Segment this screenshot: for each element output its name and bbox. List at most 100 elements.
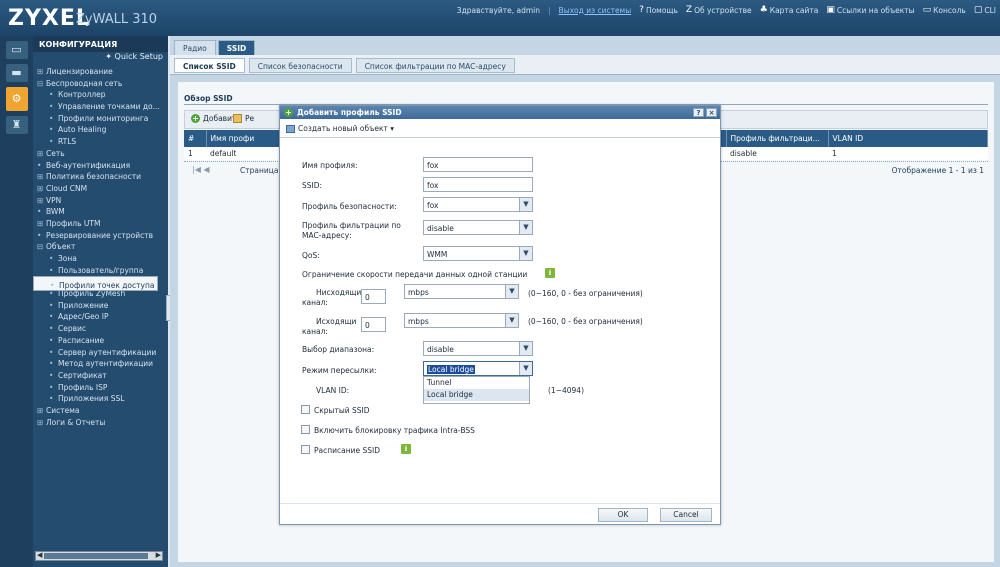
cancel-button[interactable]: Cancel <box>660 508 712 522</box>
sidebar-item[interactable]: • Зона <box>33 253 168 265</box>
sidebar-item-label: Зона <box>58 254 77 263</box>
scroll-thumb[interactable] <box>44 553 148 559</box>
sidebar-item[interactable]: • Расписание <box>33 335 168 347</box>
edit-button[interactable]: Ре <box>233 114 254 123</box>
sidebar-item[interactable]: • Приложения SSL <box>33 393 168 405</box>
sidebar-item[interactable]: ⊞ VPN <box>33 195 168 207</box>
about-link[interactable]: Z Об устройстве <box>686 5 752 15</box>
sidebar-item[interactable]: • Приложение <box>33 300 168 312</box>
bullet-icon: • <box>37 160 42 170</box>
ok-button[interactable]: OK <box>598 508 648 522</box>
configuration-gear-icon[interactable]: ⚙ <box>5 87 28 111</box>
bullet-icon: • <box>37 230 42 240</box>
help-icon[interactable]: ? <box>693 108 704 117</box>
sidebar-item[interactable]: • Сервер аутентификации <box>33 347 168 359</box>
sidebar-item[interactable]: ⊞ Cloud CNM <box>33 183 168 195</box>
ssid-schedule-checkbox[interactable] <box>301 445 310 454</box>
sidebar-item[interactable]: • RTLS <box>33 136 168 148</box>
sidebar-item[interactable]: • Резервирование устройств <box>33 230 168 242</box>
uplink-unit-select[interactable]: mbps ▼ <box>404 313 519 328</box>
help-icon: ? <box>639 5 644 15</box>
column-header[interactable]: Профиль фильтраци... <box>726 130 829 147</box>
bullet-icon: • <box>49 102 54 112</box>
sidebar-item[interactable]: ⊞ Сеть <box>33 148 168 160</box>
sidebar-item-label: Профили точек доступа <box>59 281 155 291</box>
sidebar-scrollbar[interactable]: ◀ ▶ <box>35 551 163 561</box>
sidebar-item-label: Профиль ISP <box>58 382 108 392</box>
quick-setup-link[interactable]: ✦ Quick Setup <box>33 52 168 66</box>
tab-security-list[interactable]: Список безопасности <box>248 58 352 73</box>
edit-icon <box>233 114 242 123</box>
sidebar-item[interactable]: • Сертификат <box>33 370 168 382</box>
scroll-right-icon[interactable]: ▶ <box>156 551 161 559</box>
close-icon[interactable]: × <box>706 108 717 117</box>
sidebar-item[interactable]: ⊞ Логи & Отчеты <box>33 417 168 429</box>
sidebar-item[interactable]: ⊞ Политика безопасности <box>33 171 168 183</box>
divider <box>280 137 720 138</box>
hidden-ssid-checkbox[interactable] <box>301 405 310 414</box>
sidebar-item[interactable]: ⊞ Система <box>33 405 168 417</box>
sidebar-item[interactable]: • Профили точек доступа <box>33 276 159 292</box>
option-tunnel[interactable]: Tunnel <box>424 377 529 389</box>
forwarding-mode-select[interactable]: Local bridge ▼ <box>423 361 533 376</box>
sidebar-item-label: Auto Healing <box>58 125 107 135</box>
console-link[interactable]: ▭ Консоль <box>923 5 966 15</box>
monitor-icon[interactable]: ▬ <box>5 64 28 82</box>
tab-radio[interactable]: Радио <box>174 40 216 55</box>
dashboard-icon[interactable]: ▭ <box>5 41 28 59</box>
sidebar-item[interactable]: • BWM <box>33 206 168 218</box>
band-select[interactable]: disable ▼ <box>423 341 533 356</box>
qos-select[interactable]: WMM ▼ <box>423 246 533 261</box>
scroll-left-icon[interactable]: ◀ <box>37 551 42 559</box>
cli-link[interactable]: ▢ CLI <box>974 5 996 15</box>
sidebar-item[interactable]: • Контроллер <box>33 89 168 101</box>
tab-mac-filter-list[interactable]: Список фильтрации по MAC-адресу <box>355 58 515 73</box>
sidebar-item[interactable]: • Профили мониторинга <box>33 113 168 125</box>
sidebar-item[interactable]: • Профиль ISP <box>33 382 168 394</box>
sidebar-item[interactable]: ⊞ Профиль UTM <box>33 218 168 230</box>
column-header[interactable]: VLAN ID <box>828 130 988 147</box>
sidebar-item[interactable]: • Управление точками до... <box>33 101 168 113</box>
info-icon[interactable]: i <box>401 444 411 454</box>
bullet-icon: • <box>49 137 54 147</box>
create-new-object-menu[interactable]: Создать новый объект ▾ <box>286 124 394 133</box>
profile-name-field[interactable]: fox <box>423 157 533 172</box>
sidebar-item[interactable]: ⊞ Лицензирование <box>33 66 168 78</box>
mac-filter-select[interactable]: disable ▼ <box>423 220 533 235</box>
chevron-down-icon: ▼ <box>505 285 518 298</box>
logout-link[interactable]: Выход из системы <box>559 6 632 15</box>
sidebar-item[interactable]: ⊟ Объект <box>33 241 168 253</box>
intra-bss-checkbox[interactable] <box>301 425 310 434</box>
welcome-text: Здравствуйте, admin <box>456 5 541 15</box>
downlink-unit-select[interactable]: mbps ▼ <box>404 284 519 299</box>
sidebar-item[interactable]: • Веб-аутентификация <box>33 160 168 172</box>
tab-ssid[interactable]: SSID <box>217 40 256 55</box>
object-refs-label: Ссылки на объекты <box>836 5 915 15</box>
sidebar-item[interactable]: • Адрес/Geo IP <box>33 311 168 323</box>
uplink-rate-field[interactable]: 0 <box>361 317 386 332</box>
tab-ssid-list[interactable]: Список SSID <box>174 58 245 73</box>
sidebar-item[interactable]: • Auto Healing <box>33 124 168 136</box>
sidebar-item[interactable]: • Метод аутентификации <box>33 358 168 370</box>
sidebar-item[interactable]: • Сервис <box>33 323 168 335</box>
downlink-rate-field[interactable]: 0 <box>361 289 386 304</box>
sitemap-link[interactable]: ♣ Карта сайта <box>760 5 819 15</box>
object-refs-link[interactable]: ▣ Ссылки на объекты <box>826 5 914 15</box>
sidebar-item-label: Профиль UTM <box>46 218 101 228</box>
band-select-label: Выбор диапазона: <box>302 345 375 354</box>
first-page-icon[interactable]: |◀ ◀ <box>192 165 210 174</box>
option-local-bridge[interactable]: Local bridge <box>424 389 529 401</box>
cli-label: CLI <box>984 5 996 15</box>
help-link[interactable]: ? Помощь <box>639 5 678 15</box>
sidebar-item[interactable]: • Пользователь/группа <box>33 265 168 277</box>
security-profile-select[interactable]: fox ▼ <box>423 197 533 212</box>
ssid-field[interactable]: fox <box>423 177 533 192</box>
maintenance-icon[interactable]: ♜ <box>5 116 28 134</box>
info-icon[interactable]: i <box>545 268 555 278</box>
bullet-icon: • <box>50 281 55 291</box>
sidebar-item[interactable]: ⊟ Беспроводная сеть <box>33 78 168 90</box>
bullet-icon: • <box>49 265 54 275</box>
about-label: Об устройстве <box>694 5 752 15</box>
uplink-label-2: канал: <box>302 327 328 336</box>
help-label: Помощь <box>645 5 678 15</box>
